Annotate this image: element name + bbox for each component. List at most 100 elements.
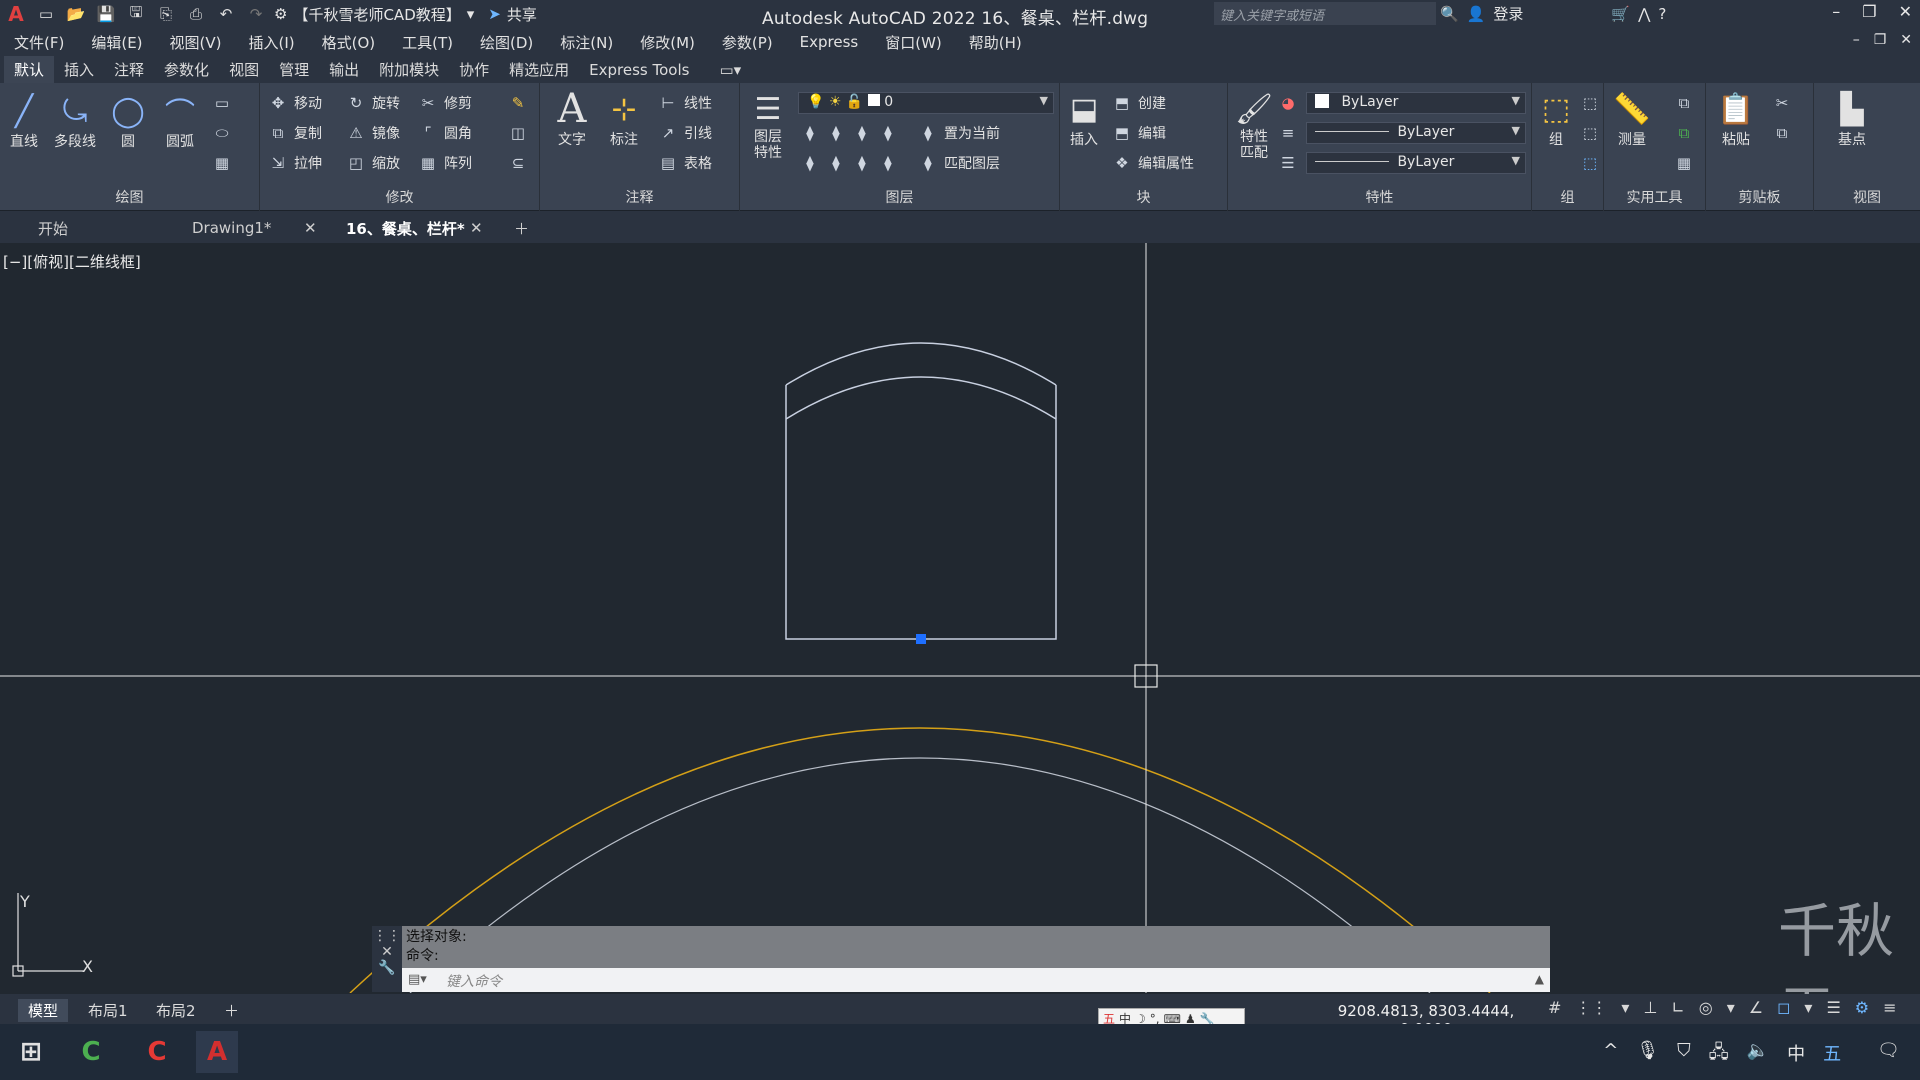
menu-view[interactable]: 视图(V) — [170, 32, 222, 53]
trim-button[interactable]: ✂ 修剪 — [418, 93, 472, 113]
menu-express[interactable]: Express — [800, 33, 859, 51]
properties-panel-title[interactable]: 特性 — [1228, 187, 1531, 207]
rotate-button[interactable]: ↻ 旋转 — [346, 93, 400, 113]
workspace-icon[interactable]: ⚙ — [1855, 998, 1869, 1017]
lineweight-button[interactable]: ≡ — [1278, 123, 1298, 143]
erase-button[interactable]: ✎ — [508, 93, 528, 113]
layers-panel-title[interactable]: 图层 — [740, 187, 1059, 207]
block-panel-title[interactable]: 块 — [1060, 187, 1227, 207]
notification-icon[interactable]: 🗨 — [1877, 1040, 1900, 1070]
menu-format[interactable]: 格式(O) — [322, 32, 376, 53]
create-block-button[interactable]: ⬒ 创建 — [1112, 93, 1166, 113]
ribbon-tab-parametric[interactable]: 参数化 — [154, 56, 219, 83]
ribbon-tab-manage[interactable]: 管理 — [269, 56, 319, 83]
restore-icon[interactable]: ❐ — [1862, 2, 1876, 21]
linetype-dropdown[interactable]: ByLayer ▼ — [1306, 152, 1526, 174]
linetype-button[interactable]: ☰ — [1278, 153, 1298, 173]
edit-block-button[interactable]: ⬒ 编辑 — [1112, 123, 1166, 143]
snap-icon[interactable]: ⋮⋮ — [1575, 998, 1607, 1017]
quick-select-button[interactable]: ⧉ — [1674, 93, 1694, 113]
volume-icon[interactable]: 🔈 — [1747, 1040, 1769, 1070]
add-layout-icon[interactable]: ＋ — [214, 999, 249, 1022]
plot-icon[interactable]: ⎙ — [186, 4, 206, 24]
ribbon-tab-output[interactable]: 输出 — [319, 56, 369, 83]
ribbon-tab-addins[interactable]: 附加模块 — [369, 56, 449, 83]
user-icon[interactable]: 👤 — [1467, 5, 1486, 23]
autocad-logo-icon[interactable]: A — [6, 2, 26, 26]
menu-window[interactable]: 窗口(W) — [885, 32, 942, 53]
close-icon[interactable]: ✕ — [470, 215, 483, 241]
circle-button[interactable]: ◯ 圆 — [108, 91, 148, 151]
select-all-button[interactable]: ⧉ — [1674, 123, 1694, 143]
copy-clip-button[interactable]: ⧉ — [1772, 123, 1792, 143]
ribbon-tab-home[interactable]: 默认 — [4, 56, 55, 83]
menu-edit[interactable]: 编辑(E) — [91, 32, 142, 53]
fillet-button[interactable]: ⌜ 圆角 — [418, 123, 472, 143]
doc-restore-icon[interactable]: ❐ — [1874, 32, 1887, 48]
open-file-icon[interactable]: 📂 — [66, 4, 86, 24]
ribbon-tab-collaborate[interactable]: 协作 — [449, 56, 499, 83]
layer-on-icon[interactable]: ⧫ — [800, 153, 820, 173]
chevron-down-icon[interactable]: ▾ — [1727, 998, 1735, 1017]
search-icon[interactable]: 🔍 — [1440, 5, 1459, 23]
dimension-button[interactable]: ⊹ 标注 — [604, 89, 644, 149]
measure-button[interactable]: 📏 测量 — [1612, 89, 1652, 149]
network-icon[interactable]: 🖧 — [1709, 1040, 1729, 1070]
edit-attributes-button[interactable]: ❖ 编辑属性 — [1112, 153, 1194, 173]
new-file-icon[interactable]: ▭ — [36, 4, 56, 24]
base-view-button[interactable]: ▙ 基点 — [1832, 89, 1872, 149]
customize-icon[interactable]: ≡ — [1883, 998, 1896, 1017]
cut-button[interactable]: ✂ — [1772, 93, 1792, 113]
open-web-icon[interactable]: ⎘ — [156, 4, 176, 24]
grid-icon[interactable]: # — [1548, 998, 1561, 1017]
make-current-button[interactable]: ⧫ 置为当前 — [918, 123, 1000, 143]
ribbon-tab-insert[interactable]: 插入 — [54, 56, 104, 83]
paste-button[interactable]: 📋 粘贴 — [1716, 89, 1756, 149]
tab-current-drawing[interactable]: 16、餐桌、栏杆* — [346, 215, 465, 241]
ribbon-tab-featured-apps[interactable]: 精选应用 — [499, 56, 579, 83]
explode-button[interactable]: ◫ — [508, 123, 528, 143]
table-button[interactable]: ▤ 表格 — [658, 153, 712, 173]
layer-unlock-icon[interactable]: ⧫ — [878, 153, 898, 173]
recent-commands-icon[interactable]: ▤▾ — [408, 972, 427, 987]
hatch-button[interactable]: ▦ — [212, 153, 232, 173]
group-button[interactable]: ⬚ 组 — [1536, 89, 1576, 149]
drag-handle-icon[interactable]: ⋮⋮ — [372, 926, 402, 944]
rectangle-button[interactable]: ▭ — [212, 93, 232, 113]
share-button[interactable]: ➤ 共享 — [488, 4, 537, 25]
line-button[interactable]: ╱ 直线 — [4, 91, 44, 151]
text-button[interactable]: A 文字 — [552, 86, 592, 149]
ribbon-minimize-icon[interactable]: ▭▾ — [709, 58, 751, 82]
redo-icon[interactable]: ↷ — [246, 4, 266, 24]
stretch-button[interactable]: ⇲ 拉伸 — [268, 153, 322, 173]
ribbon-tab-annotate[interactable]: 注释 — [104, 56, 154, 83]
autocad-taskbar-icon[interactable]: A — [196, 1031, 238, 1073]
scale-button[interactable]: ◰ 缩放 — [346, 153, 400, 173]
view-panel-title[interactable]: 视图 — [1814, 187, 1920, 207]
move-button[interactable]: ✥ 移动 — [268, 93, 322, 113]
camtasia-editor-icon[interactable]: C — [136, 1031, 178, 1073]
layer-thaw-icon[interactable]: ⧫ — [852, 153, 872, 173]
ribbon-tab-view[interactable]: 视图 — [219, 56, 269, 83]
lineweight-toggle-icon[interactable]: ☰ — [1826, 998, 1840, 1017]
minimize-icon[interactable]: – — [1832, 2, 1840, 21]
save-as-icon[interactable]: 🖫 — [126, 3, 146, 24]
copy-button[interactable]: ⧉ 复制 — [268, 123, 322, 143]
menu-file[interactable]: 文件(F) — [14, 32, 64, 53]
coordinates-readout[interactable]: 9208.4813, 8303.4444, 0.0000 — [1318, 999, 1534, 1038]
menu-dimension[interactable]: 标注(N) — [560, 32, 613, 53]
workspace-switcher[interactable]: ⚙ 【千秋雪老师CAD教程】 ▾ — [274, 4, 474, 25]
start-icon[interactable]: ⊞ — [10, 1031, 52, 1073]
command-history-toggle-icon[interactable]: ▲ — [1535, 972, 1544, 986]
layer-dropdown[interactable]: 💡 ☀ 🔓 0 ▼ — [798, 92, 1054, 114]
lineweight-dropdown[interactable]: ByLayer ▼ — [1306, 122, 1526, 144]
doc-minimize-icon[interactable]: – — [1853, 32, 1860, 48]
ortho-icon[interactable]: ∟ — [1671, 998, 1684, 1017]
menu-modify[interactable]: 修改(M) — [640, 32, 695, 53]
help-icon[interactable]: ? — [1658, 5, 1666, 23]
color-dropdown[interactable]: ByLayer ▼ — [1306, 92, 1526, 114]
layer-isolate-icon[interactable]: ⧫ — [826, 123, 846, 143]
polyline-button[interactable]: ⤿ 多段线 — [54, 91, 96, 151]
chevron-up-icon[interactable]: ^ — [1603, 1040, 1618, 1070]
offset-button[interactable]: ⊆ — [508, 153, 528, 173]
